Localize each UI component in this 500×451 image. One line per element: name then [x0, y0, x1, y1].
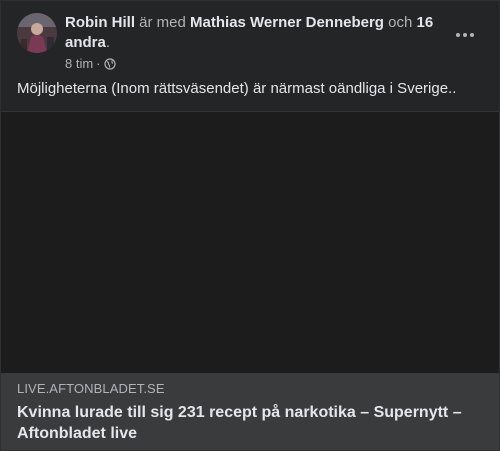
author-avatar[interactable] — [17, 13, 57, 53]
link-preview-image[interactable] — [1, 111, 499, 374]
timestamp-link[interactable]: 8 tim — [65, 56, 93, 72]
avatar-image — [17, 13, 57, 53]
more-horizontal-icon — [456, 33, 460, 37]
post-header: Robin Hill är med Mathias Werner Dennebe… — [17, 13, 483, 73]
link-title: Kvinna lurade till sig 231 recept på nar… — [17, 404, 462, 442]
post-meta: Robin Hill är med Mathias Werner Dennebe… — [65, 13, 443, 72]
and-text: och — [388, 14, 413, 31]
tagged-person[interactable]: Mathias Werner Denneberg — [190, 14, 384, 31]
globe-icon — [103, 58, 116, 70]
post-subline: 8 tim · — [65, 56, 443, 72]
actor-line: Robin Hill är med Mathias Werner Dennebe… — [65, 13, 443, 53]
author-name[interactable]: Robin Hill — [65, 14, 135, 31]
link-preview[interactable]: LIVE.AFTONBLADET.SE Kvinna lurade till s… — [1, 373, 499, 450]
post-card: Robin Hill är med Mathias Werner Dennebe… — [0, 0, 500, 451]
separator: · — [96, 56, 101, 71]
more-options-button[interactable] — [447, 17, 483, 53]
period: . — [105, 34, 111, 51]
link-domain: LIVE.AFTONBLADET.SE — [17, 381, 165, 396]
post-message: Möjligheterna (Inom rättsväsendet) är nä… — [17, 80, 457, 97]
with-text: är med — [139, 14, 186, 31]
